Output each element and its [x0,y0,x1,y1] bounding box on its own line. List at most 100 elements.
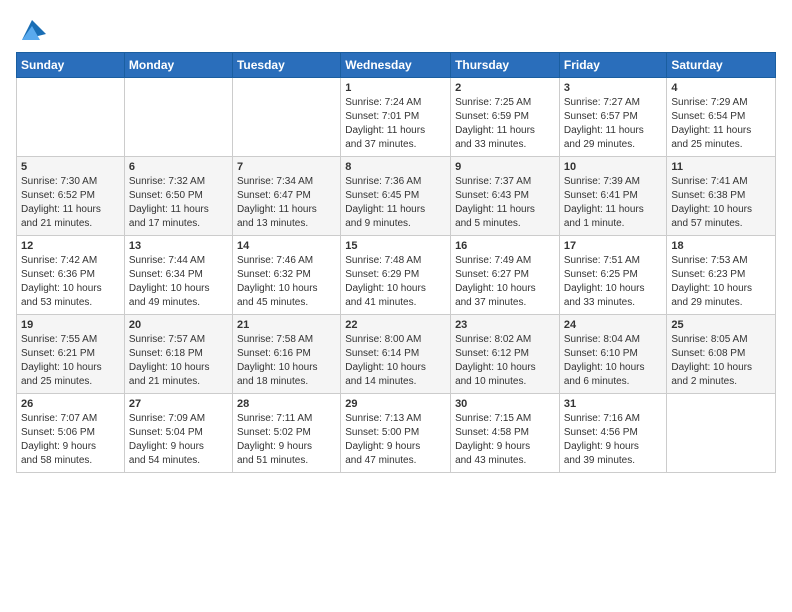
week-row-1: 1 Sunrise: 7:24 AM Sunset: 7:01 PM Daylig… [17,78,776,157]
day-info: Sunrise: 7:24 AM Sunset: 7:01 PM Dayligh… [345,96,446,152]
calendar-cell: 27 Sunrise: 7:09 AM Sunset: 5:04 PM Dayli… [124,394,232,473]
day-number: 16 [455,240,555,252]
calendar-cell: 16 Sunrise: 7:49 AM Sunset: 6:27 PM Dayli… [451,236,560,315]
day-number: 22 [345,319,446,331]
weekday-tuesday: Tuesday [232,53,340,78]
calendar-cell [232,78,340,157]
day-info: Sunrise: 7:27 AM Sunset: 6:57 PM Dayligh… [564,96,663,152]
day-number: 8 [345,161,446,173]
calendar-cell: 28Sunrise: 7:11 AM Sunset: 5:02 PM Dayli… [232,394,340,473]
calendar-cell: 5 Sunrise: 7:30 AM Sunset: 6:52 PM Daylig… [17,157,125,236]
day-number: 24 [564,319,663,331]
week-row-4: 19 Sunrise: 7:55 AM Sunset: 6:21 PM Dayli… [17,315,776,394]
calendar-cell: 29Sunrise: 7:13 AM Sunset: 5:00 PM Dayli… [341,394,451,473]
calendar-cell: 4Sunrise: 7:29 AM Sunset: 6:54 PM Daylig… [667,78,776,157]
logo-icon [18,16,46,44]
day-info: Sunrise: 7:57 AM Sunset: 6:18 PM Dayligh… [129,333,228,389]
day-info: Sunrise: 7:13 AM Sunset: 5:00 PM Dayligh… [345,412,446,468]
day-number: 26 [21,398,120,410]
calendar-cell: 31Sunrise: 7:16 AM Sunset: 4:56 PM Dayli… [559,394,667,473]
week-row-3: 12Sunrise: 7:42 AM Sunset: 6:36 PM Dayli… [17,236,776,315]
calendar-cell: 7 Sunrise: 7:34 AM Sunset: 6:47 PM Daylig… [232,157,340,236]
calendar-cell: 25 Sunrise: 8:05 AM Sunset: 6:08 PM Dayli… [667,315,776,394]
day-info: Sunrise: 7:11 AM Sunset: 5:02 PM Dayligh… [237,412,336,468]
calendar-cell: 9Sunrise: 7:37 AM Sunset: 6:43 PM Daylig… [451,157,560,236]
day-info: Sunrise: 7:30 AM Sunset: 6:52 PM Dayligh… [21,175,120,231]
day-number: 7 [237,161,336,173]
day-info: Sunrise: 7:48 AM Sunset: 6:29 PM Dayligh… [345,254,446,310]
header [16,10,776,44]
calendar-cell: 6 Sunrise: 7:32 AM Sunset: 6:50 PM Daylig… [124,157,232,236]
calendar-cell: 12Sunrise: 7:42 AM Sunset: 6:36 PM Dayli… [17,236,125,315]
day-number: 11 [671,161,771,173]
day-number: 27 [129,398,228,410]
day-number: 17 [564,240,663,252]
logo [16,16,46,44]
day-info: Sunrise: 7:51 AM Sunset: 6:25 PM Dayligh… [564,254,663,310]
page: SundayMondayTuesdayWednesdayThursdayFrid… [0,0,792,489]
day-number: 23 [455,319,555,331]
day-info: Sunrise: 7:55 AM Sunset: 6:21 PM Dayligh… [21,333,120,389]
day-info: Sunrise: 7:46 AM Sunset: 6:32 PM Dayligh… [237,254,336,310]
day-info: Sunrise: 7:29 AM Sunset: 6:54 PM Dayligh… [671,96,771,152]
day-number: 14 [237,240,336,252]
day-number: 3 [564,82,663,94]
day-number: 30 [455,398,555,410]
calendar-cell: 19 Sunrise: 7:55 AM Sunset: 6:21 PM Dayli… [17,315,125,394]
calendar-cell: 2 Sunrise: 7:25 AM Sunset: 6:59 PM Daylig… [451,78,560,157]
weekday-saturday: Saturday [667,53,776,78]
day-info: Sunrise: 7:07 AM Sunset: 5:06 PM Dayligh… [21,412,120,468]
calendar-cell: 8 Sunrise: 7:36 AM Sunset: 6:45 PM Daylig… [341,157,451,236]
day-info: Sunrise: 7:36 AM Sunset: 6:45 PM Dayligh… [345,175,446,231]
week-row-5: 26 Sunrise: 7:07 AM Sunset: 5:06 PM Dayli… [17,394,776,473]
day-info: Sunrise: 8:05 AM Sunset: 6:08 PM Dayligh… [671,333,771,389]
calendar-cell: 10 Sunrise: 7:39 AM Sunset: 6:41 PM Dayli… [559,157,667,236]
day-info: Sunrise: 7:34 AM Sunset: 6:47 PM Dayligh… [237,175,336,231]
calendar-cell: 1 Sunrise: 7:24 AM Sunset: 7:01 PM Daylig… [341,78,451,157]
calendar-cell: 26 Sunrise: 7:07 AM Sunset: 5:06 PM Dayli… [17,394,125,473]
calendar-cell: 17 Sunrise: 7:51 AM Sunset: 6:25 PM Dayli… [559,236,667,315]
day-info: Sunrise: 8:04 AM Sunset: 6:10 PM Dayligh… [564,333,663,389]
day-number: 5 [21,161,120,173]
calendar-cell [667,394,776,473]
day-info: Sunrise: 7:42 AM Sunset: 6:36 PM Dayligh… [21,254,120,310]
day-info: Sunrise: 7:41 AM Sunset: 6:38 PM Dayligh… [671,175,771,231]
day-number: 15 [345,240,446,252]
calendar-cell: 24 Sunrise: 8:04 AM Sunset: 6:10 PM Dayli… [559,315,667,394]
weekday-wednesday: Wednesday [341,53,451,78]
calendar-cell: 20 Sunrise: 7:57 AM Sunset: 6:18 PM Dayli… [124,315,232,394]
calendar-cell: 14 Sunrise: 7:46 AM Sunset: 6:32 PM Dayli… [232,236,340,315]
day-number: 20 [129,319,228,331]
day-number: 25 [671,319,771,331]
calendar-table: SundayMondayTuesdayWednesdayThursdayFrid… [16,52,776,473]
weekday-monday: Monday [124,53,232,78]
calendar-cell: 21Sunrise: 7:58 AM Sunset: 6:16 PM Dayli… [232,315,340,394]
calendar-cell: 23 Sunrise: 8:02 AM Sunset: 6:12 PM Dayli… [451,315,560,394]
day-info: Sunrise: 7:09 AM Sunset: 5:04 PM Dayligh… [129,412,228,468]
weekday-friday: Friday [559,53,667,78]
weekday-sunday: Sunday [17,53,125,78]
day-number: 18 [671,240,771,252]
weekday-header-row: SundayMondayTuesdayWednesdayThursdayFrid… [17,53,776,78]
calendar-cell: 11 Sunrise: 7:41 AM Sunset: 6:38 PM Dayli… [667,157,776,236]
day-number: 21 [237,319,336,331]
calendar-cell [17,78,125,157]
day-number: 19 [21,319,120,331]
calendar-cell: 18Sunrise: 7:53 AM Sunset: 6:23 PM Dayli… [667,236,776,315]
calendar-cell [124,78,232,157]
day-info: Sunrise: 7:49 AM Sunset: 6:27 PM Dayligh… [455,254,555,310]
calendar-cell: 3 Sunrise: 7:27 AM Sunset: 6:57 PM Daylig… [559,78,667,157]
day-info: Sunrise: 8:02 AM Sunset: 6:12 PM Dayligh… [455,333,555,389]
day-number: 10 [564,161,663,173]
calendar-cell: 22Sunrise: 8:00 AM Sunset: 6:14 PM Dayli… [341,315,451,394]
day-info: Sunrise: 7:25 AM Sunset: 6:59 PM Dayligh… [455,96,555,152]
day-info: Sunrise: 7:15 AM Sunset: 4:58 PM Dayligh… [455,412,555,468]
day-number: 1 [345,82,446,94]
day-info: Sunrise: 7:39 AM Sunset: 6:41 PM Dayligh… [564,175,663,231]
day-info: Sunrise: 7:44 AM Sunset: 6:34 PM Dayligh… [129,254,228,310]
day-number: 2 [455,82,555,94]
day-info: Sunrise: 7:37 AM Sunset: 6:43 PM Dayligh… [455,175,555,231]
calendar-cell: 13Sunrise: 7:44 AM Sunset: 6:34 PM Dayli… [124,236,232,315]
day-number: 6 [129,161,228,173]
day-info: Sunrise: 7:32 AM Sunset: 6:50 PM Dayligh… [129,175,228,231]
